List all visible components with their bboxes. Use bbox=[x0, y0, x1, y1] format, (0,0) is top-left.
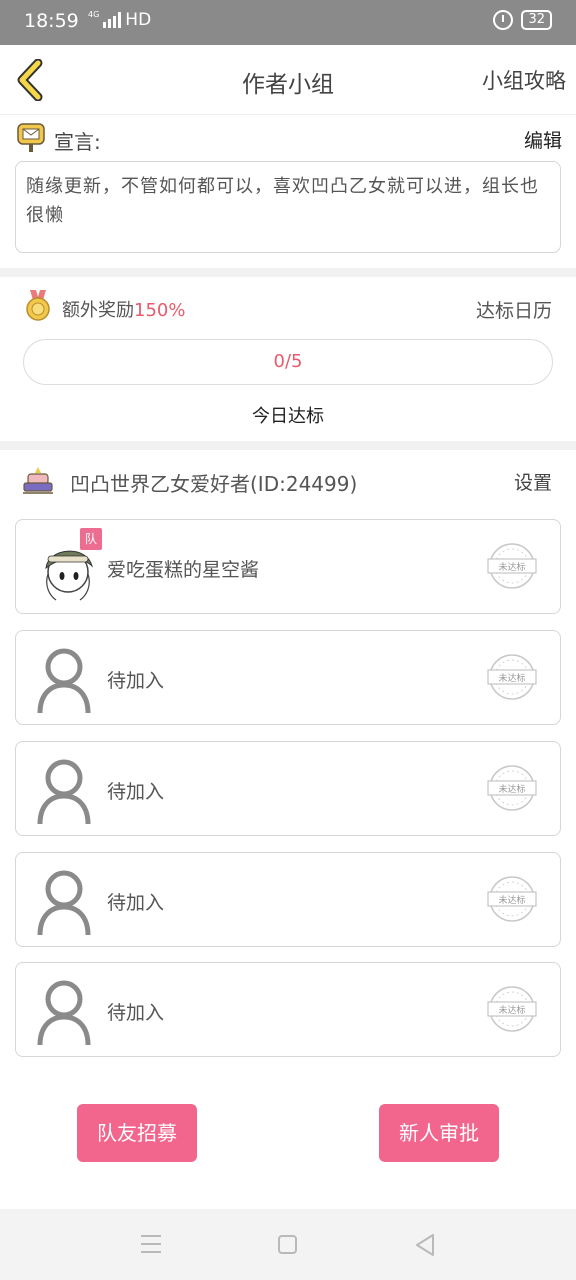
group-guide-link[interactable]: 小组攻略 bbox=[482, 65, 566, 95]
stamp-label: 未达标 bbox=[498, 561, 525, 573]
not-qualified-stamp-icon: 未达标 bbox=[487, 654, 537, 700]
medal-icon bbox=[26, 290, 50, 321]
mailbox-icon bbox=[17, 123, 45, 152]
member-name: 待加入 bbox=[107, 892, 165, 914]
status-time: 18:59 bbox=[24, 10, 79, 32]
nav-bar: 作者小组 小组攻略 bbox=[0, 45, 576, 115]
team-leader-badge: 队 bbox=[80, 528, 102, 550]
today-qualified-label: 今日达标 bbox=[252, 406, 324, 427]
not-qualified-stamp-icon: 未达标 bbox=[487, 543, 537, 589]
menu-icon[interactable] bbox=[141, 1235, 161, 1259]
stamp-label: 未达标 bbox=[498, 894, 525, 906]
throne-icon bbox=[23, 467, 53, 494]
stamp-label: 未达标 bbox=[498, 672, 525, 684]
extra-reward-label: 额外奖励150% bbox=[62, 296, 185, 322]
signal-icon bbox=[103, 12, 122, 28]
member-card[interactable]: 队 爱吃蛋糕的星空酱 未达标 bbox=[15, 519, 561, 614]
network-label: HD bbox=[125, 10, 152, 30]
recruit-teammates-button[interactable]: 队友招募 bbox=[77, 1104, 197, 1162]
member-card[interactable]: 待加入 未达标 bbox=[15, 741, 561, 836]
reward-row: 额外奖励150% 达标日历 bbox=[24, 290, 554, 324]
group-header: 凹凸世界乙女爱好者(ID:24499) 设置 bbox=[22, 464, 554, 498]
status-bar: 18:59 4G HD 32 bbox=[0, 0, 576, 45]
manifesto-label: 宣言: bbox=[54, 130, 101, 154]
not-qualified-stamp-icon: 未达标 bbox=[487, 765, 537, 811]
home-icon[interactable] bbox=[278, 1235, 297, 1254]
qualification-calendar-link[interactable]: 达标日历 bbox=[476, 296, 552, 323]
back-arrow-icon[interactable] bbox=[14, 59, 48, 101]
member-name: 爱吃蛋糕的星空酱 bbox=[107, 559, 260, 581]
section-divider bbox=[0, 268, 576, 277]
extra-reward-value: 150% bbox=[134, 300, 186, 321]
section-divider bbox=[0, 441, 576, 450]
alarm-icon bbox=[493, 10, 514, 30]
network-type-label: 4G bbox=[88, 9, 100, 19]
group-name: 凹凸世界乙女爱好者(ID:24499) bbox=[70, 472, 358, 496]
person-placeholder-icon bbox=[37, 980, 91, 1046]
daily-progress: 0/5 bbox=[23, 339, 553, 385]
manifesto-text: 随缘更新，不管如何都可以，喜欢凹凸乙女就可以进，组长也很懒 bbox=[15, 161, 561, 253]
system-nav-bar bbox=[0, 1209, 576, 1280]
member-card[interactable]: 待加入 未达标 bbox=[15, 630, 561, 725]
person-placeholder-icon bbox=[37, 648, 91, 714]
settings-button[interactable]: 设置 bbox=[514, 468, 552, 495]
person-placeholder-icon bbox=[37, 759, 91, 825]
approve-newcomers-button[interactable]: 新人审批 bbox=[379, 1104, 499, 1162]
person-placeholder-icon bbox=[37, 870, 91, 936]
member-name: 待加入 bbox=[107, 670, 165, 692]
manifesto-header: 宣言: 编辑 bbox=[16, 120, 562, 156]
not-qualified-stamp-icon: 未达标 bbox=[487, 986, 537, 1032]
extra-reward-title: 额外奖励 bbox=[62, 300, 134, 321]
member-card[interactable]: 待加入 未达标 bbox=[15, 962, 561, 1057]
stamp-label: 未达标 bbox=[498, 1004, 525, 1016]
back-triangle-icon[interactable] bbox=[414, 1233, 436, 1257]
edit-button[interactable]: 编辑 bbox=[524, 126, 562, 153]
status-right: 32 bbox=[493, 10, 552, 30]
member-name: 待加入 bbox=[107, 781, 165, 803]
network-indicator: 4G HD bbox=[88, 9, 152, 31]
stamp-label: 未达标 bbox=[498, 783, 525, 795]
not-qualified-stamp-icon: 未达标 bbox=[487, 876, 537, 922]
member-name: 待加入 bbox=[107, 1002, 165, 1024]
member-card[interactable]: 待加入 未达标 bbox=[15, 852, 561, 947]
battery-icon: 32 bbox=[521, 10, 552, 30]
